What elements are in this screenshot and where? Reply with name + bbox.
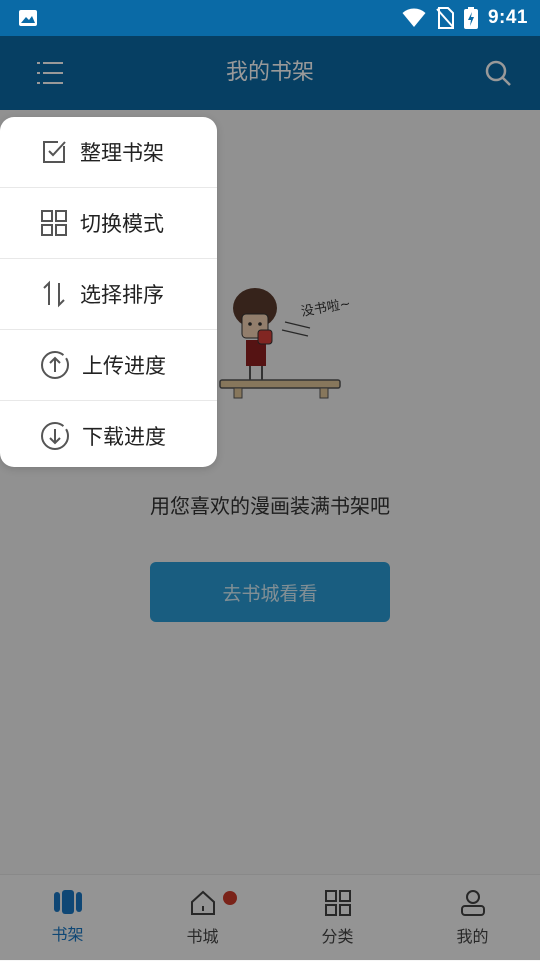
status-time: 9:41 (487, 7, 528, 28)
menu-item-label: 上传进度 (82, 354, 166, 378)
menu-item-switch-mode[interactable]: 切换模式 (0, 188, 217, 259)
download-circle-icon (41, 422, 69, 450)
menu-item-label: 整理书架 (80, 141, 164, 165)
grid-icon (41, 210, 67, 236)
menu-item-label: 下载进度 (82, 425, 166, 449)
menu-item-label: 切换模式 (80, 212, 164, 236)
edit-checkbox-icon (43, 141, 66, 163)
upload-circle-icon (41, 351, 69, 379)
popup-menu: 整理书架 切换模式 选择排序 上传进度 下载进度 (0, 117, 217, 467)
no-sim-icon (436, 7, 454, 29)
sort-arrows-icon (43, 280, 65, 308)
status-bar: 9:41 (0, 0, 540, 36)
menu-item-download-progress[interactable]: 下载进度 (0, 401, 217, 467)
menu-item-label: 选择排序 (80, 283, 164, 307)
battery-charging-icon (463, 7, 478, 29)
menu-item-organize-shelf[interactable]: 整理书架 (0, 117, 217, 188)
menu-item-sort[interactable]: 选择排序 (0, 259, 217, 330)
menu-item-upload-progress[interactable]: 上传进度 (0, 330, 217, 401)
wifi-icon (402, 8, 426, 27)
gallery-icon (18, 9, 38, 27)
status-indicators: 9:41 (402, 6, 528, 30)
